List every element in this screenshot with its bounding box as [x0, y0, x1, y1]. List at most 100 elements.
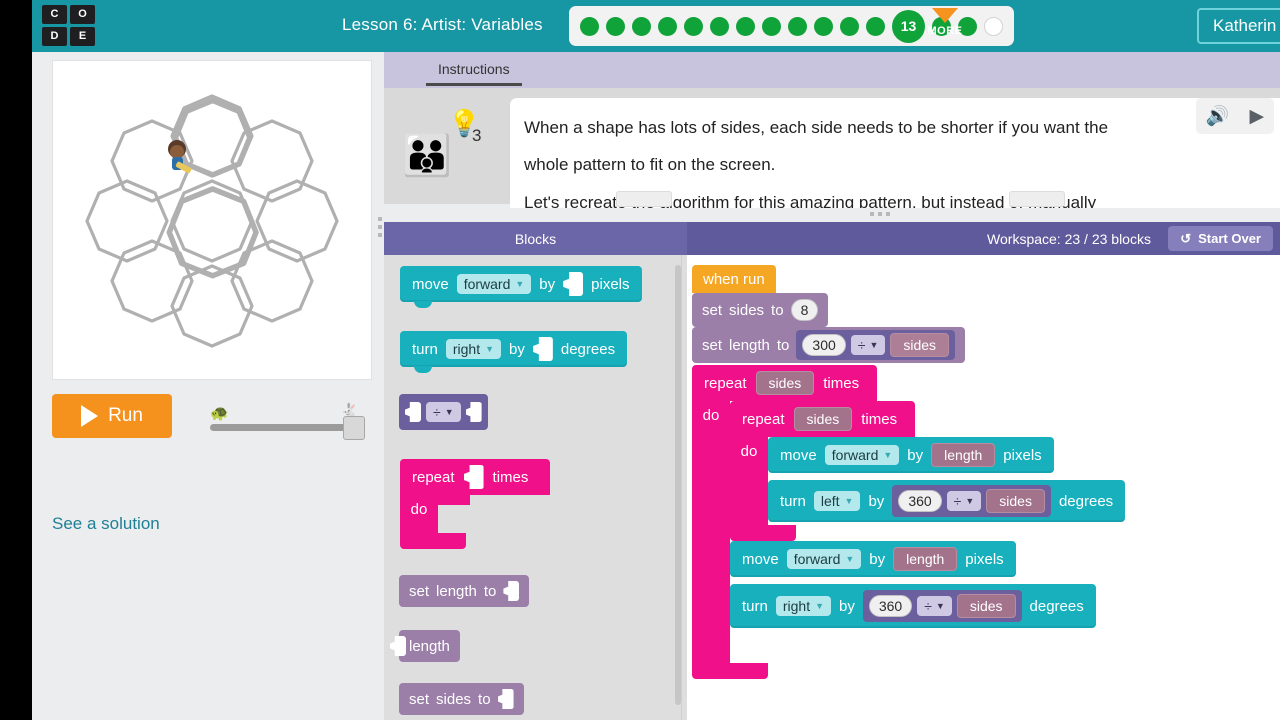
- codeorg-logo[interactable]: C O D E: [42, 5, 98, 47]
- level-dot-current[interactable]: 13: [892, 9, 925, 43]
- repeat-count-variable[interactable]: sides: [793, 407, 853, 431]
- inner-repeat-footer: [730, 525, 796, 541]
- palette-block-set-sides[interactable]: set sides to: [399, 683, 524, 715]
- ws-block-outer-repeat[interactable]: repeat sides times do repeat sides times…: [692, 365, 1250, 679]
- undo-icon: ↺: [1180, 230, 1192, 246]
- ws-block-when-run[interactable]: when run: [692, 265, 776, 293]
- horizontal-resize-handle[interactable]: [870, 210, 898, 218]
- see-a-solution-link[interactable]: See a solution: [52, 514, 160, 534]
- slider-track[interactable]: [210, 424, 360, 431]
- handle-dot: [378, 225, 382, 229]
- length-variable[interactable]: length: [893, 547, 958, 571]
- repeat-count-variable[interactable]: sides: [755, 371, 815, 395]
- level-dot-16[interactable]: [984, 16, 1003, 36]
- ws-block-set-sides[interactable]: set sides to 8: [692, 293, 829, 327]
- palette-block-turn-right[interactable]: turn right ▼ by degrees: [400, 331, 628, 373]
- user-menu-button[interactable]: Katherin: [1197, 8, 1280, 44]
- run-button[interactable]: Run: [52, 394, 172, 438]
- level-dot-3[interactable]: [632, 16, 651, 36]
- artist-canvas[interactable]: [52, 60, 372, 380]
- palette-block-set-length[interactable]: set length to: [399, 575, 530, 607]
- numerator-field[interactable]: 360: [868, 595, 913, 617]
- speaker-icon[interactable]: 🔊: [1206, 104, 1230, 128]
- level-dot-1[interactable]: [580, 16, 599, 36]
- operator-dropdown[interactable]: ÷ ▼: [850, 335, 886, 355]
- operator-dropdown[interactable]: ÷ ▼: [917, 596, 952, 616]
- direction-dropdown[interactable]: forward ▼: [456, 274, 532, 294]
- instructions-ghost-button-2[interactable]: [1009, 191, 1065, 207]
- value-slot[interactable]: [532, 337, 553, 361]
- tab-instructions[interactable]: Instructions: [426, 58, 522, 86]
- to-label: to: [483, 582, 497, 600]
- level-dot-6[interactable]: [710, 16, 729, 36]
- tab-blocks[interactable]: Blocks: [384, 222, 687, 255]
- operator-dropdown[interactable]: ÷ ▼: [426, 402, 461, 422]
- to-label: to: [776, 336, 790, 354]
- direction-value: forward: [793, 551, 841, 567]
- ws-block-move-forward-inner[interactable]: move forward ▼ by length pixels: [768, 437, 1054, 473]
- left-panel: Run 🐢 🐇 See a solution: [32, 52, 384, 720]
- blockly-region: Blocks Workspace: 23 / 23 blocks ↺ Start…: [384, 222, 1280, 720]
- value-slot[interactable]: [503, 581, 520, 601]
- value-slot[interactable]: [563, 272, 584, 296]
- ws-block-turn-right-outer[interactable]: turn right ▼ by 360 ÷ ▼ sides degrees: [730, 584, 1096, 628]
- chevron-down-icon: ▼: [965, 496, 975, 506]
- level-dot-7[interactable]: [736, 16, 755, 36]
- ws-block-move-forward-outer[interactable]: move forward ▼ by length pixels: [730, 541, 1016, 577]
- ws-block-inner-repeat[interactable]: repeat sides times do move forward ▼ by …: [730, 401, 1208, 541]
- speed-slider[interactable]: 🐢 🐇: [210, 402, 365, 442]
- palette-block-repeat[interactable]: repeat times do: [400, 459, 550, 549]
- left-operand-slot[interactable]: [405, 402, 421, 422]
- level-dot-9[interactable]: [788, 16, 807, 36]
- run-label: Run: [108, 405, 143, 426]
- sides-value-field[interactable]: 8: [790, 299, 819, 321]
- play-triangle-icon[interactable]: ▶: [1249, 105, 1264, 128]
- right-operand-slot[interactable]: [465, 402, 482, 422]
- blockly-workspace[interactable]: when run set sides to 8 set length to 30…: [687, 255, 1280, 720]
- ws-block-turn-left-inner[interactable]: turn left ▼ by 360 ÷ ▼ sides degrees: [768, 480, 1126, 522]
- level-dot-12[interactable]: [866, 16, 885, 36]
- ws-block-divide-turn-right[interactable]: 360 ÷ ▼ sides: [862, 590, 1022, 622]
- length-variable[interactable]: length: [931, 443, 996, 467]
- denominator-variable[interactable]: sides: [890, 333, 950, 357]
- palette-block-move-forward[interactable]: move forward ▼ by pixels: [400, 266, 642, 308]
- level-dot-2[interactable]: [606, 16, 625, 36]
- numerator-field[interactable]: 300: [802, 334, 846, 356]
- direction-dropdown[interactable]: right ▼: [775, 596, 832, 616]
- level-dot-11[interactable]: [840, 16, 859, 36]
- ws-block-divide-turn-left[interactable]: 360 ÷ ▼ sides: [892, 485, 1051, 517]
- more-menu-button[interactable]: MORE: [923, 8, 967, 37]
- direction-dropdown[interactable]: left ▼: [813, 491, 861, 511]
- to-label: to: [771, 301, 784, 319]
- start-over-button[interactable]: ↺ Start Over: [1168, 226, 1273, 251]
- inner-repeat-header: repeat sides times: [730, 401, 915, 437]
- instructions-tabbar: Instructions: [384, 52, 1280, 88]
- vertical-resize-handle[interactable]: [376, 212, 384, 242]
- triangle-down-icon: [932, 8, 958, 23]
- level-dot-8[interactable]: [762, 16, 781, 36]
- ws-block-divide-length[interactable]: 300 ÷ ▼ sides: [796, 330, 956, 360]
- palette-block-divide[interactable]: ÷ ▼: [399, 394, 488, 430]
- slider-thumb[interactable]: [343, 416, 365, 440]
- level-dot-4[interactable]: [658, 16, 677, 36]
- direction-dropdown[interactable]: forward ▼: [824, 445, 900, 465]
- handle-dot: [886, 212, 890, 216]
- denominator-variable[interactable]: sides: [956, 594, 1016, 618]
- value-slot[interactable]: [497, 689, 514, 709]
- operator-dropdown[interactable]: ÷ ▼: [946, 491, 982, 511]
- instructions-ghost-button-1[interactable]: [616, 191, 672, 207]
- direction-dropdown[interactable]: forward ▼: [786, 549, 862, 569]
- direction-dropdown[interactable]: right ▼: [445, 339, 502, 359]
- level-dot-5[interactable]: [684, 16, 703, 36]
- count-slot[interactable]: [463, 465, 484, 489]
- palette-block-length-variable[interactable]: length: [390, 630, 460, 662]
- denominator-variable[interactable]: sides: [986, 489, 1045, 513]
- by-label: by: [869, 550, 886, 568]
- block-palette[interactable]: move forward ▼ by pixels turn right ▼ by…: [384, 255, 687, 720]
- level-dot-10[interactable]: [814, 16, 833, 36]
- handle-dot: [870, 212, 874, 216]
- numerator-field[interactable]: 360: [898, 490, 942, 512]
- operator-symbol: ÷: [433, 404, 441, 420]
- ws-block-set-length[interactable]: set length to 300 ÷ ▼ sides: [692, 327, 966, 363]
- times-label: times: [492, 468, 529, 486]
